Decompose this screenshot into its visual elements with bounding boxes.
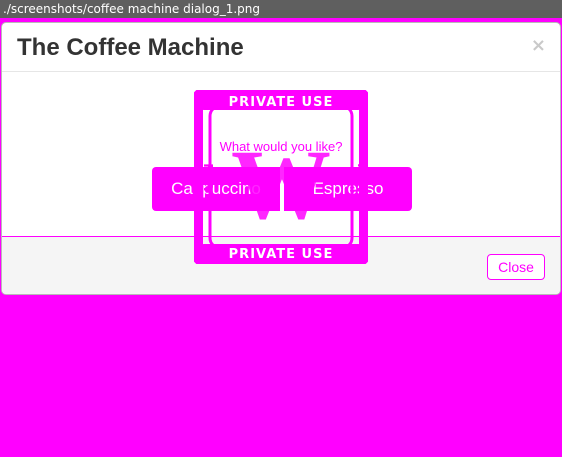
drink-choice-group: Cappuccino Espresso <box>152 167 412 211</box>
dialog-body: What would you like? Cappuccino Espresso <box>2 72 560 236</box>
prompt-text: What would you like? <box>219 139 343 154</box>
close-button[interactable]: Close <box>487 254 545 280</box>
close-icon[interactable]: × <box>531 35 546 56</box>
window-titlebar: ./screenshots/coffee machine dialog_1.pn… <box>0 0 562 18</box>
cappuccino-button[interactable]: Cappuccino <box>152 167 280 211</box>
dialog-footer: Close <box>2 236 560 294</box>
espresso-button[interactable]: Espresso <box>284 167 412 211</box>
dialog-header: The Coffee Machine × <box>2 23 560 72</box>
dialog-title: The Coffee Machine <box>17 34 244 61</box>
coffee-machine-dialog: The Coffee Machine × What would you like… <box>1 22 561 295</box>
